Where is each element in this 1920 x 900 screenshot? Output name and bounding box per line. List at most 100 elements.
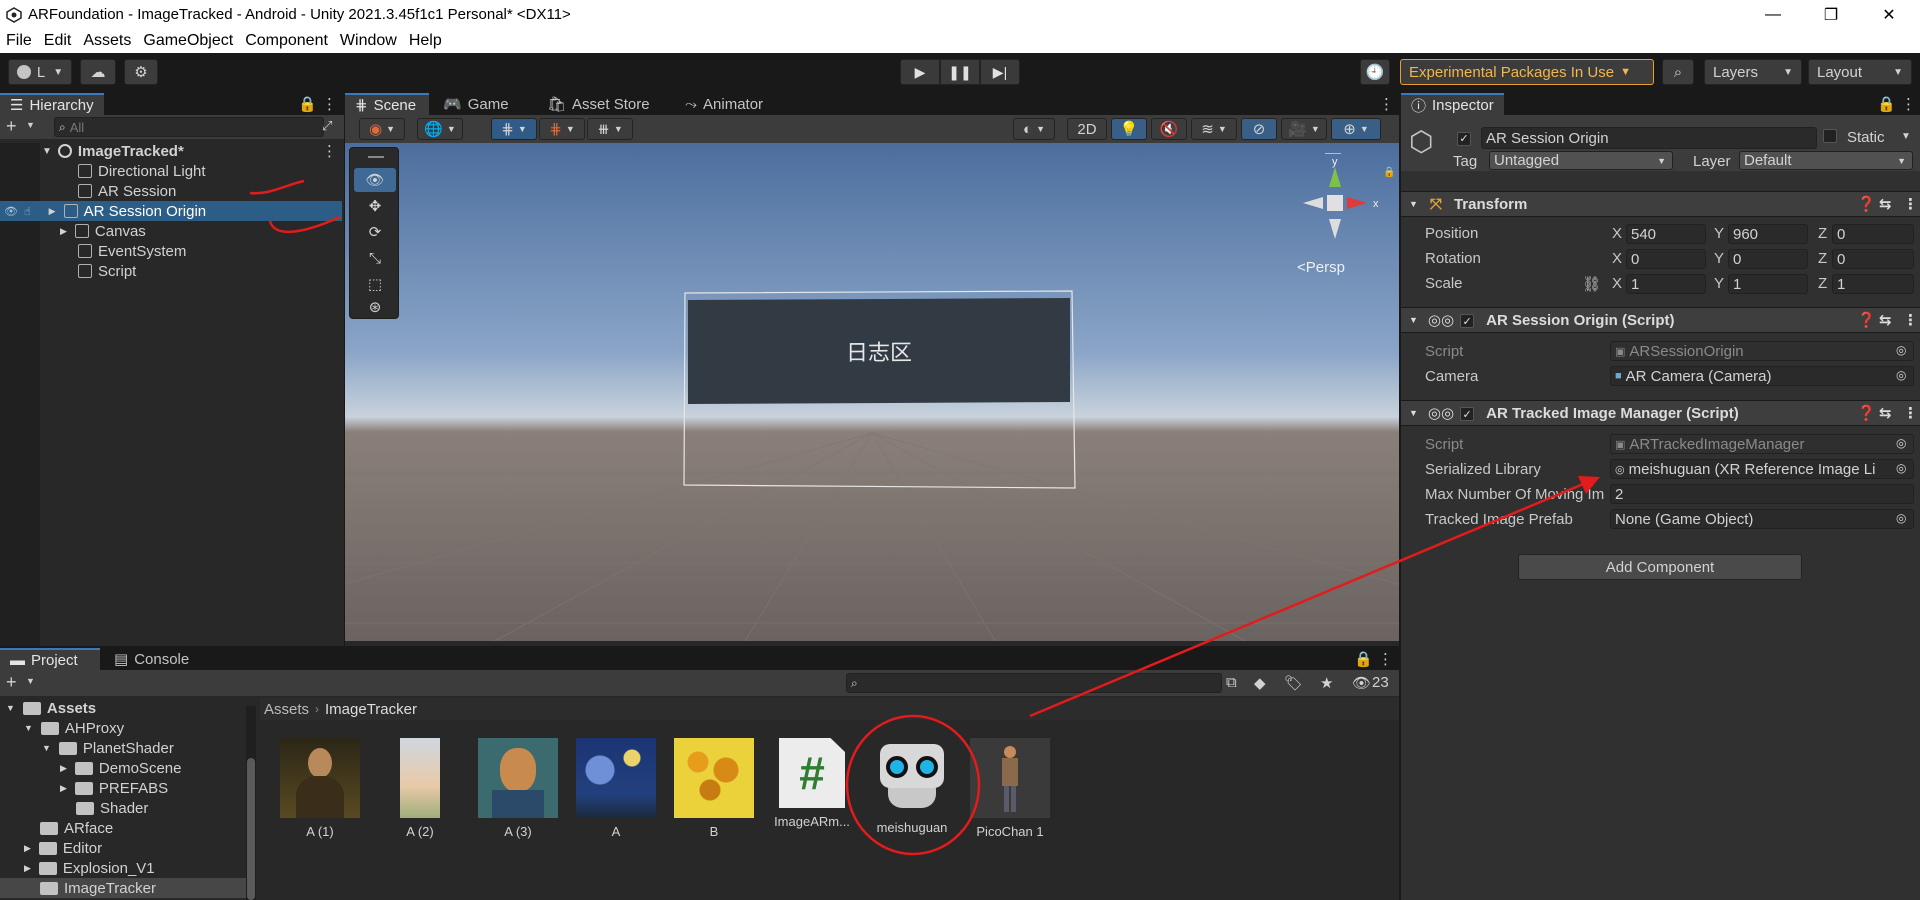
rotation-y-label[interactable]: Y [1714, 250, 1724, 267]
tab-animator[interactable]: ⤳ Animator [675, 93, 773, 115]
scene-viewport[interactable]: 日志区 👁 ✥ ⟳ ⤡ ⬚ ⊛ y x 🔒 <Persp [345, 143, 1399, 641]
layers-dropdown[interactable]: Layers ▼ [1704, 59, 1802, 85]
move-tool-button[interactable]: ✥ [354, 194, 396, 218]
render-mode-dropdown[interactable]: ◐ ▼ [1013, 118, 1055, 140]
layout-dropdown[interactable]: Layout ▼ [1808, 59, 1912, 85]
position-y-label[interactable]: Y [1714, 225, 1724, 242]
asset-meishuguan[interactable]: meishuguan [864, 738, 960, 835]
asset-picochan[interactable]: PicoChan 1 [962, 738, 1058, 839]
search-button[interactable]: ⌕ [1662, 59, 1694, 85]
camera-field[interactable]: ■ AR Camera (Camera) [1610, 366, 1914, 386]
tab-project[interactable]: ▬ Project [0, 648, 100, 670]
cloud-button[interactable]: ☁ [80, 59, 116, 85]
drag-handle[interactable] [368, 156, 384, 158]
scale-y-label[interactable]: Y [1714, 275, 1724, 292]
add-component-button[interactable]: Add Component [1518, 554, 1802, 580]
layer-dropdown[interactable]: Default ▼ [1739, 151, 1913, 170]
tree-item-arface[interactable]: ARface [40, 818, 113, 838]
object-picker-icon[interactable]: ◎ [1896, 436, 1906, 450]
preset-icon[interactable]: ⇆ [1879, 311, 1892, 329]
help-icon[interactable]: ❓ [1857, 404, 1876, 422]
projection-label[interactable]: <Persp [1297, 259, 1345, 276]
position-y-field[interactable]: 960 [1728, 224, 1808, 244]
hierarchy-item-script[interactable]: Script [0, 261, 342, 281]
audio-toggle[interactable]: 🔇 [1151, 118, 1187, 140]
scale-z-field[interactable]: 1 [1832, 274, 1914, 294]
tree-item-demoscene[interactable]: ▶ DemoScene [60, 758, 181, 778]
undo-history-button[interactable]: 🕘 [1360, 59, 1390, 85]
asset-a3[interactable]: A (3) [470, 738, 566, 839]
maximize-button[interactable]: ❐ [1802, 0, 1860, 29]
asset-a1[interactable]: A (1) [272, 738, 368, 839]
kebab-menu-icon[interactable]: ⋮ [1378, 650, 1393, 668]
rotation-y-field[interactable]: 0 [1728, 249, 1808, 269]
kebab-menu-icon[interactable]: ⋮ [1903, 195, 1918, 213]
chevron-right-icon[interactable]: ▶ [60, 226, 67, 237]
object-picker-icon[interactable]: ◎ [1896, 368, 1906, 382]
lighting-toggle[interactable]: 💡 [1111, 118, 1147, 140]
ar-tracked-image-manager-header[interactable]: ▼ ◎◎ ✓ AR Tracked Image Manager (Script)… [1401, 400, 1920, 426]
tree-item-prefabs[interactable]: ▶ PREFABS [60, 778, 168, 798]
tree-scrollbar[interactable] [246, 706, 256, 900]
preset-icon[interactable]: ⇆ [1879, 195, 1892, 213]
pick-icon[interactable]: ☝ [24, 205, 31, 218]
view-tool-button[interactable]: 👁 [354, 168, 396, 192]
tab-scene[interactable]: ⋕ Scene [345, 93, 429, 115]
rotation-z-field[interactable]: 0 [1832, 249, 1914, 269]
scale-x-field[interactable]: 1 [1626, 274, 1706, 294]
hierarchy-item-eventsystem[interactable]: EventSystem [0, 241, 342, 261]
project-search-input[interactable]: ⌕ [846, 673, 1222, 693]
eye-icon[interactable]: 👁 [4, 205, 18, 218]
breadcrumb-assets[interactable]: Assets [264, 701, 309, 718]
asset-b[interactable]: B [666, 738, 762, 839]
asset-a[interactable]: A [568, 738, 664, 839]
close-window-button[interactable]: ✕ [1860, 0, 1918, 29]
kebab-menu-icon[interactable]: ⋮ [322, 142, 337, 160]
tab-hierarchy[interactable]: ☰ Hierarchy [0, 93, 104, 115]
chevron-down-icon[interactable]: ▼ [1901, 131, 1911, 142]
preset-icon[interactable]: ⇆ [1879, 404, 1892, 422]
lock-icon[interactable]: 🔒 [1877, 95, 1896, 113]
position-z-field[interactable]: 0 [1832, 224, 1914, 244]
tab-game[interactable]: 🎮 Game [433, 93, 519, 115]
position-x-field[interactable]: 540 [1626, 224, 1706, 244]
object-picker-icon[interactable]: ◎ [1896, 511, 1906, 525]
constrain-proportions-icon[interactable]: ⛓ [1582, 275, 1601, 293]
object-name-input[interactable]: AR Session Origin [1481, 127, 1817, 149]
menu-gameobject[interactable]: GameObject [143, 32, 233, 50]
active-checkbox[interactable]: ✓ [1457, 129, 1471, 146]
tab-console[interactable]: ▤ Console [104, 648, 199, 670]
kebab-menu-icon[interactable]: ⋮ [322, 95, 337, 113]
tag-icon[interactable]: 🏷 [1284, 674, 1303, 692]
enable-checkbox[interactable]: ✓ [1460, 405, 1475, 422]
chevron-down-icon[interactable]: ▼ [26, 120, 35, 130]
minimize-button[interactable]: — [1744, 0, 1802, 29]
tag-dropdown[interactable]: Untagged ▼ [1489, 151, 1673, 170]
play-button[interactable]: ▶ [900, 59, 940, 85]
grid-snap-toggle[interactable]: ⋕ ▼ [491, 118, 537, 140]
rect-tool-button[interactable]: ⬚ [354, 272, 396, 296]
effects-dropdown[interactable]: ≋ ▼ [1191, 118, 1237, 140]
scene-visibility-icon[interactable]: ⤢ [322, 118, 332, 134]
filter-type-icon[interactable]: ◆ [1254, 674, 1266, 692]
draw-mode-dropdown[interactable]: ◉ ▼ [359, 118, 405, 140]
add-icon[interactable]: + [6, 116, 17, 137]
hidden-objects-toggle[interactable]: ⊘ [1241, 118, 1277, 140]
2d-toggle[interactable]: 2D [1067, 118, 1107, 140]
chevron-right-icon[interactable]: ▶ [49, 206, 56, 217]
menu-edit[interactable]: Edit [44, 32, 72, 50]
snap-increment-dropdown[interactable]: ⋕ ▼ [539, 118, 585, 140]
menu-file[interactable]: File [6, 32, 32, 50]
scale-z-label[interactable]: Z [1818, 275, 1827, 292]
scale-tool-button[interactable]: ⤡ [354, 246, 396, 270]
scene-row[interactable]: ▼ ImageTracked* ⋮ [0, 141, 342, 161]
pause-button[interactable]: ❚❚ [940, 59, 980, 85]
menu-help[interactable]: Help [409, 32, 442, 50]
ar-session-origin-header[interactable]: ▼ ◎◎ ✓ AR Session Origin (Script) ❓ ⇆ ⋮ [1401, 307, 1920, 333]
tree-scrollbar-thumb[interactable] [247, 758, 255, 900]
chevron-down-icon[interactable]: ▼ [26, 676, 35, 686]
tree-item-explosion[interactable]: ▶ Explosion_V1 [24, 858, 155, 878]
asset-a2[interactable]: A (2) [372, 738, 468, 839]
rotation-z-label[interactable]: Z [1818, 250, 1827, 267]
gizmo-lock-icon[interactable]: 🔒 [1383, 166, 1395, 178]
